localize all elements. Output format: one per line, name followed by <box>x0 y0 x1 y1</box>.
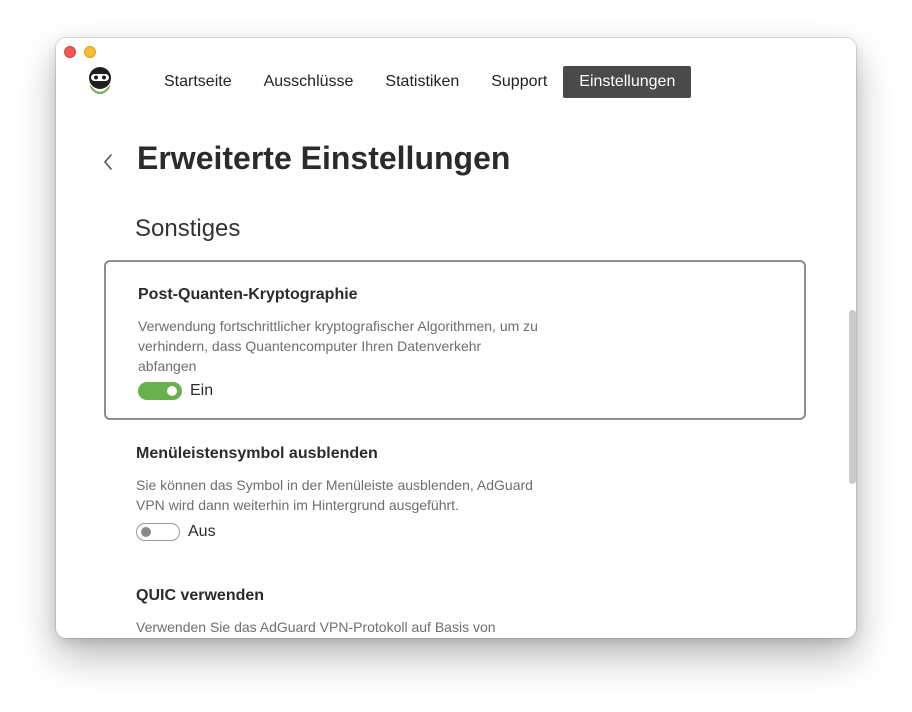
section-title: Sonstiges <box>135 215 241 242</box>
nav-tab-ausschluesse[interactable]: Ausschlüsse <box>248 66 370 98</box>
main-navigation: Startseite Ausschlüsse Statistiken Suppo… <box>148 66 692 98</box>
setting-use-quic: QUIC verwenden Verwenden Sie das AdGuard… <box>104 587 806 637</box>
toggle-state-label: Ein <box>190 382 214 399</box>
vertical-scrollbar[interactable] <box>849 310 856 484</box>
nav-tab-support[interactable]: Support <box>475 66 563 98</box>
adguard-ninja-logo-icon <box>89 67 111 94</box>
hide-menubar-toggle-row[interactable]: Aus <box>136 523 806 541</box>
setting-title: Post-Quanten-Kryptographie <box>138 286 358 303</box>
setting-hide-menubar-icon: Menüleistensymbol ausblenden Sie können … <box>104 445 806 541</box>
back-chevron-icon[interactable] <box>100 152 116 172</box>
toggle-state-label: Aus <box>188 523 216 540</box>
toggle-knob <box>167 386 177 396</box>
setting-description: Verwenden Sie das AdGuard VPN-Protokoll … <box>136 619 496 635</box>
window-minimize-button[interactable] <box>84 46 96 58</box>
post-quantum-toggle[interactable] <box>138 382 182 400</box>
app-window: Startseite Ausschlüsse Statistiken Suppo… <box>56 38 856 638</box>
setting-title: QUIC verwenden <box>136 587 265 604</box>
setting-title: Menüleistensymbol ausblenden <box>136 445 378 462</box>
setting-description: Verwendung fortschrittlicher kryptografi… <box>138 318 538 374</box>
setting-description: Sie können das Symbol in der Menüleiste … <box>136 477 533 513</box>
page-title: Erweiterte Einstellungen <box>137 140 511 176</box>
setting-post-quantum: Post-Quanten-Kryptographie Verwendung fo… <box>104 260 806 420</box>
nav-tab-statistiken[interactable]: Statistiken <box>369 66 475 98</box>
hide-menubar-toggle[interactable] <box>136 523 180 541</box>
post-quantum-toggle-row[interactable]: Ein <box>138 382 804 400</box>
toggle-knob <box>141 527 151 537</box>
nav-tab-startseite[interactable]: Startseite <box>148 66 248 98</box>
window-close-button[interactable] <box>64 46 76 58</box>
nav-tab-einstellungen[interactable]: Einstellungen <box>563 66 692 98</box>
